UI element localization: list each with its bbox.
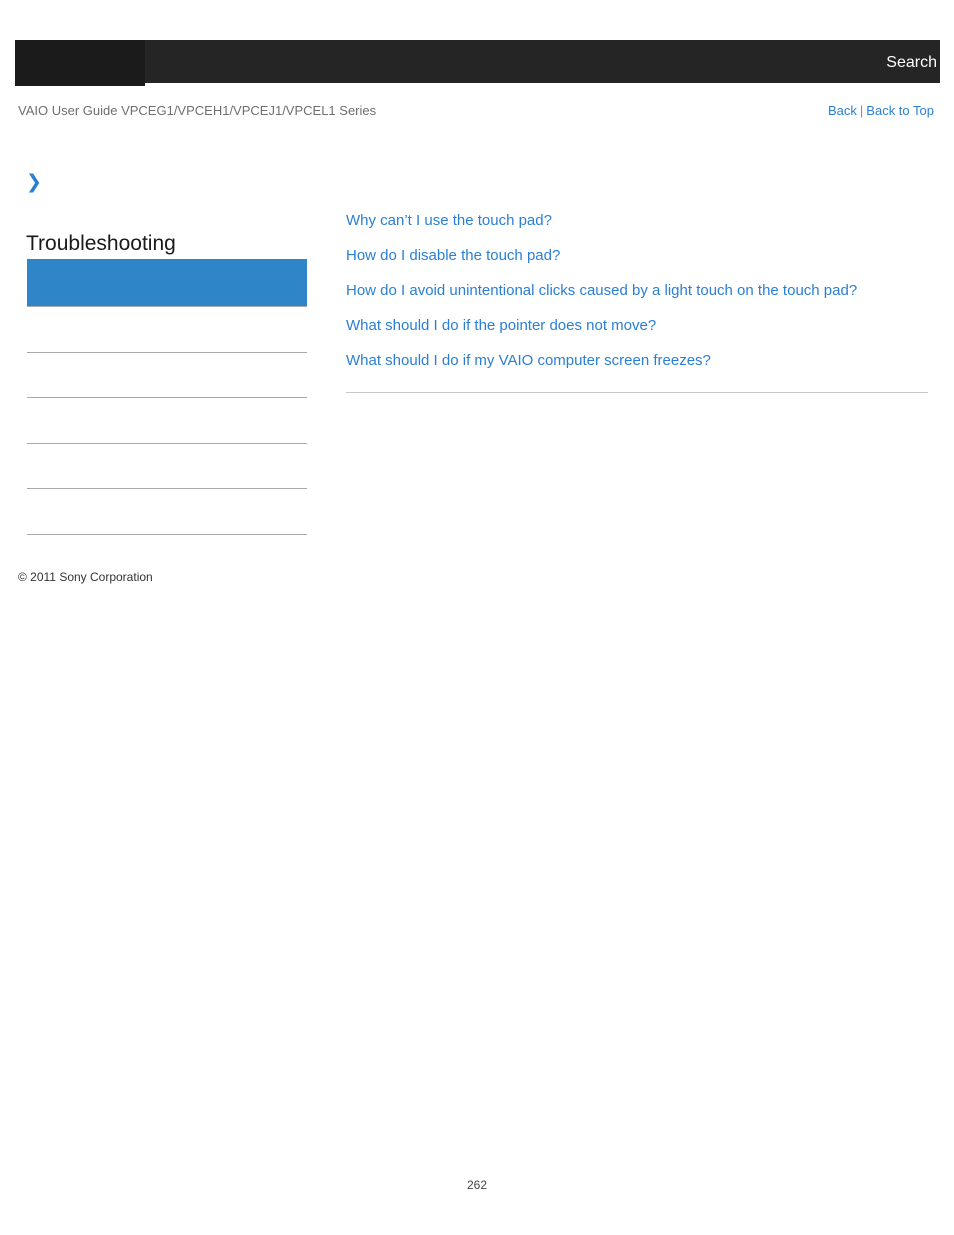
list-item: What should I do if the pointer does not… [346,317,928,335]
faq-link[interactable]: Why can’t I use the touch pad? [346,212,552,229]
sidebar-item-active[interactable] [27,259,307,307]
sidebar-nav-list [27,259,307,535]
page-title: Troubleshooting [26,232,176,255]
faq-link-list: Why can’t I use the touch pad? How do I … [346,212,928,370]
site-header-bar [15,40,940,83]
sidebar-item-label [27,259,307,265]
sidebar-item-label [27,444,307,450]
search-button[interactable]: Search [886,54,937,72]
faq-link[interactable]: What should I do if my VAIO computer scr… [346,352,711,369]
sidebar-item[interactable] [27,444,307,489]
sidebar-item-label [27,489,307,495]
product-title: VAIO User Guide VPCEG1/VPCEH1/VPCEJ1/VPC… [18,103,377,118]
content-divider [346,392,928,393]
sony-logo-block: SONY [15,40,145,119]
chevron-right-icon[interactable]: ❯ [26,172,46,192]
list-item: How do I disable the touch pad? [346,247,928,265]
sidebar-item[interactable] [27,307,307,353]
back-to-top-link[interactable]: Back to Top [866,103,934,118]
main-content: Why can’t I use the touch pad? How do I … [346,212,928,387]
faq-link[interactable]: What should I do if the pointer does not… [346,317,656,334]
sidebar-item-label [27,398,307,404]
sidebar-item-label [27,307,307,313]
faq-link[interactable]: How do I disable the touch pad? [346,247,560,264]
sidebar-item[interactable] [27,489,307,535]
faq-link[interactable]: How do I avoid unintentional clicks caus… [346,282,857,299]
sidebar-item-label [27,353,307,359]
copyright-notice: © 2011 Sony Corporation [18,570,153,584]
list-item: Why can’t I use the touch pad? [346,212,928,230]
list-item: How do I avoid unintentional clicks caus… [346,282,928,300]
back-link[interactable]: Back [828,103,857,118]
page-number: 262 [466,1178,488,1192]
list-item: What should I do if my VAIO computer scr… [346,352,928,370]
header-nav-links: Back | Back to Top [828,103,934,119]
sidebar-item[interactable] [27,353,307,398]
nav-separator: | [859,103,864,118]
sidebar-item[interactable] [27,398,307,444]
